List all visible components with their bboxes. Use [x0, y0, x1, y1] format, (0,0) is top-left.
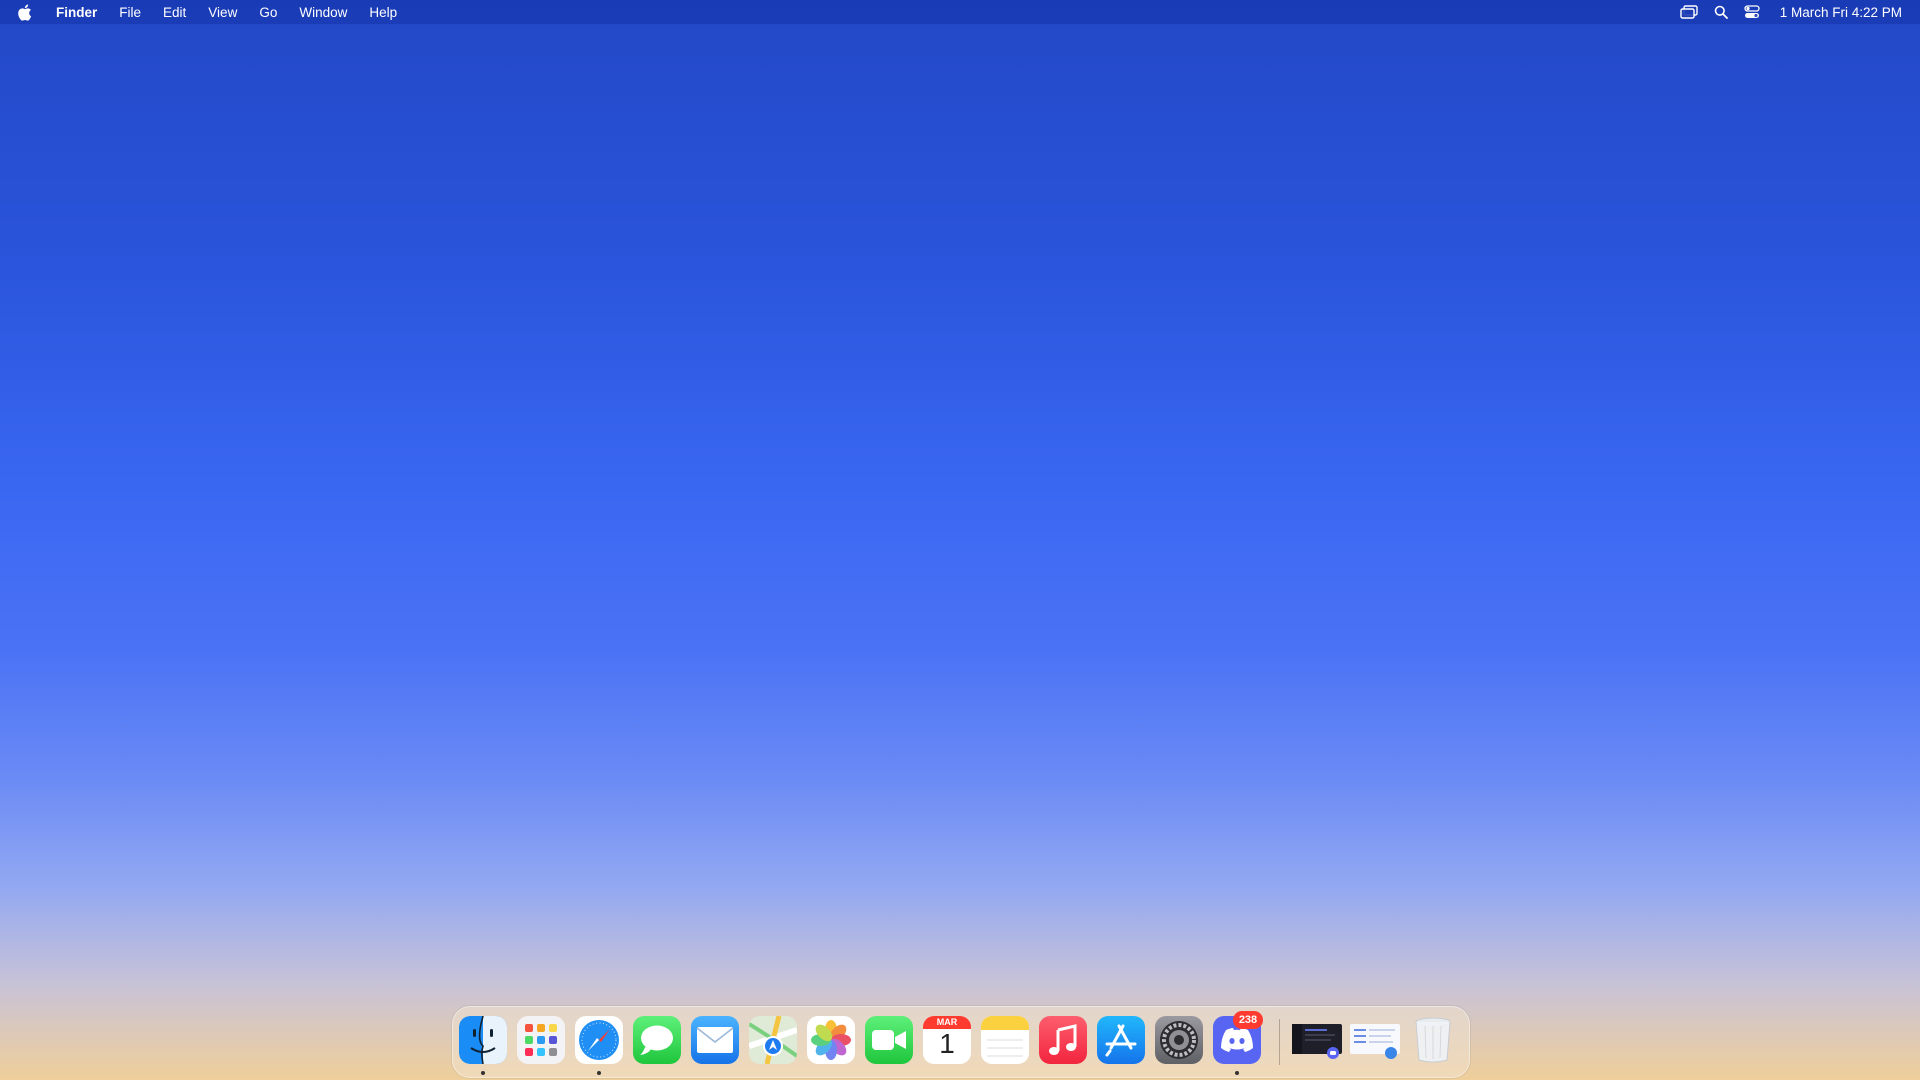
dock-system-settings[interactable] — [1155, 1016, 1203, 1064]
finder-icon — [459, 1016, 507, 1064]
menu-file[interactable]: File — [119, 5, 141, 20]
dock-minimized-discord-window[interactable] — [1291, 1016, 1343, 1064]
safari-icon — [579, 1020, 619, 1060]
dock-launchpad[interactable] — [517, 1016, 565, 1064]
document-window-thumbnail — [1350, 1024, 1400, 1059]
discord-window-thumbnail — [1292, 1024, 1342, 1059]
menu-bar-clock[interactable]: 1 March Fri 4:22 PM — [1780, 5, 1902, 20]
running-indicator — [597, 1071, 601, 1075]
apple-menu-icon[interactable] — [18, 4, 34, 21]
running-indicator — [1235, 1071, 1239, 1075]
mail-icon — [696, 1027, 734, 1053]
dock-notes[interactable] — [981, 1016, 1029, 1064]
discord-notification-badge: 238 — [1233, 1011, 1263, 1029]
menu-bar: Finder File Edit View Go Window Help 1 M… — [0, 0, 1920, 24]
menu-go[interactable]: Go — [259, 5, 277, 20]
trash-icon — [1415, 1017, 1451, 1063]
search-icon[interactable] — [1714, 5, 1728, 19]
dock-calendar[interactable]: MAR 1 — [923, 1016, 971, 1064]
dock-maps[interactable] — [749, 1016, 797, 1064]
menu-view[interactable]: View — [208, 5, 237, 20]
dock-photos[interactable] — [807, 1016, 855, 1064]
settings-icon — [1160, 1021, 1198, 1059]
dock-finder[interactable] — [459, 1016, 507, 1064]
app-menu-finder[interactable]: Finder — [56, 5, 97, 20]
running-indicator — [481, 1071, 485, 1075]
dock-facetime[interactable] — [865, 1016, 913, 1064]
dock-messages[interactable] — [633, 1016, 681, 1064]
dock-trash[interactable] — [1409, 1016, 1457, 1064]
app-store-icon — [1105, 1024, 1137, 1057]
dock-music[interactable] — [1039, 1016, 1087, 1064]
calendar-icon: MAR 1 — [923, 1016, 971, 1064]
dock-minimized-document-window[interactable] — [1349, 1016, 1401, 1064]
dock-app-store[interactable] — [1097, 1016, 1145, 1064]
launchpad-icon — [525, 1024, 557, 1056]
dock-separator — [1279, 1019, 1280, 1065]
dock-mail[interactable] — [691, 1016, 739, 1064]
photos-icon — [811, 1020, 851, 1060]
notes-icon — [981, 1016, 1029, 1057]
music-icon — [1049, 1024, 1077, 1055]
messages-icon — [640, 1025, 673, 1055]
maps-icon — [749, 1016, 797, 1064]
menu-help[interactable]: Help — [369, 5, 397, 20]
screen-mirroring-icon[interactable] — [1680, 5, 1698, 19]
discord-icon — [1221, 1028, 1253, 1052]
calendar-day: 1 — [939, 1028, 955, 1059]
dock-safari[interactable] — [575, 1016, 623, 1064]
dock: MAR 1 238 — [452, 1006, 1470, 1078]
menu-edit[interactable]: Edit — [163, 5, 186, 20]
menu-window[interactable]: Window — [299, 5, 347, 20]
control-center-icon[interactable] — [1744, 5, 1760, 19]
facetime-icon — [872, 1030, 906, 1050]
